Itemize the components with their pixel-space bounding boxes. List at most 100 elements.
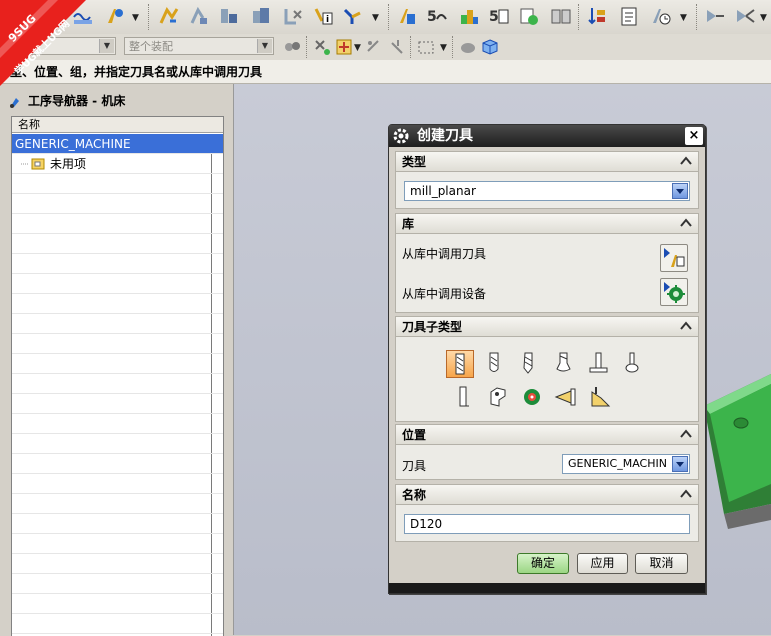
generate-path-icon[interactable] — [158, 5, 180, 27]
machine-control-icon[interactable] — [734, 5, 756, 27]
tree-row-generic-machine[interactable]: GENERIC_MACHINE — [12, 134, 223, 154]
svg-text:5: 5 — [489, 9, 499, 25]
barrel-cutter-icon — [625, 352, 639, 373]
chevron-down-icon[interactable]: ▼ — [440, 43, 447, 53]
chevron-down-icon[interactable]: ▼ — [132, 13, 139, 23]
assembly-scope-value: 整个装配 — [129, 40, 173, 53]
tree-row-empty — [12, 434, 223, 454]
tree-row-empty — [12, 334, 223, 354]
postprocess-icon[interactable] — [342, 5, 364, 27]
subtype-barrel-button[interactable] — [619, 350, 647, 378]
library-group-header[interactable]: 库 — [396, 214, 698, 234]
chevron-up-icon[interactable] — [678, 153, 694, 169]
type-select[interactable]: mill_planar — [404, 181, 690, 201]
toolbar-separator — [148, 4, 151, 30]
chevron-down-icon[interactable]: ▼ — [372, 13, 379, 23]
snap-mid-icon[interactable] — [388, 37, 408, 57]
tree-row-empty — [12, 454, 223, 474]
list-path-icon[interactable] — [218, 5, 240, 27]
snap-end-icon[interactable] — [364, 37, 384, 57]
body-select-icon[interactable] — [458, 37, 478, 57]
chevron-up-icon[interactable] — [678, 215, 694, 231]
tree-row-empty — [12, 314, 223, 334]
assembly-scope-combo[interactable]: 整个装配 ▼ — [124, 37, 274, 55]
tree-row-empty — [12, 274, 223, 294]
feeds-speeds-icon[interactable]: 5 — [426, 5, 448, 27]
material-icon[interactable] — [458, 5, 480, 27]
subtype-head-button[interactable] — [587, 384, 615, 412]
subtype-drill-button[interactable] — [481, 350, 509, 378]
subtype-thread-button[interactable] — [451, 384, 479, 412]
point-constructor-icon[interactable] — [334, 37, 354, 57]
machine-tool-icon[interactable] — [518, 5, 540, 27]
create-operation-icon[interactable] — [104, 5, 126, 27]
watermark-logo: 9SUG 学UG就上UG网 — [0, 0, 86, 86]
operation-navigator: 工序导航器 - 机床 名称 GENERIC_MACHINE 未用项 — [0, 84, 234, 636]
book-icon[interactable] — [550, 5, 572, 27]
tree-row-unused[interactable]: 未用项 — [12, 154, 223, 174]
close-button[interactable]: × — [685, 127, 703, 145]
navigator-tree[interactable]: 名称 GENERIC_MACHINE 未用项 — [11, 116, 224, 636]
apply-button[interactable]: 应用 — [577, 553, 628, 574]
svg-text:5: 5 — [427, 9, 437, 25]
cube-icon[interactable] — [480, 37, 500, 57]
toolbar-separator — [696, 4, 699, 30]
subtype-carrier-button[interactable] — [485, 384, 513, 412]
drill-mill-icon — [489, 352, 499, 372]
snap-point-icon[interactable] — [312, 37, 332, 57]
tool-location-label: 刀具 — [402, 459, 427, 473]
tool-name-input[interactable]: D120 — [404, 514, 690, 534]
document-icon[interactable] — [618, 5, 640, 27]
replay-path-icon[interactable] — [188, 5, 210, 27]
tool-location-select[interactable]: GENERIC_MACHIN — [562, 454, 690, 474]
chevron-down-icon[interactable]: ▼ — [680, 13, 687, 23]
head-icon — [591, 387, 611, 407]
library-group: 库 从库中调用刀具 从库中调用设备 — [395, 213, 699, 313]
retrieve-tool-button[interactable] — [660, 244, 688, 272]
tree-row-empty — [12, 294, 223, 314]
box-select-icon[interactable] — [416, 37, 436, 57]
clock-icon[interactable] — [650, 5, 672, 27]
subtype-chamfer-mill-button[interactable] — [550, 350, 578, 378]
dialog-title-bar[interactable]: 创建刀具 × — [389, 125, 705, 147]
chevron-up-icon[interactable] — [678, 486, 694, 502]
subtype-probe-button[interactable] — [553, 384, 581, 412]
retrieve-device-button[interactable] — [660, 278, 688, 306]
info-path-icon[interactable]: i — [312, 5, 334, 27]
delete-path-icon[interactable] — [282, 5, 304, 27]
thread-mill-icon — [459, 386, 469, 407]
sort-icon[interactable] — [586, 5, 608, 27]
machine-sim-icon[interactable] — [704, 5, 726, 27]
subtype-holder-button[interactable] — [519, 384, 547, 412]
subtype-ball-mill-button[interactable] — [515, 350, 543, 378]
chevron-up-icon[interactable] — [678, 318, 694, 334]
cancel-button[interactable]: 取消 — [635, 553, 688, 574]
tool-list-icon[interactable]: 5 — [488, 5, 510, 27]
holder-icon — [524, 389, 540, 405]
tool-subtype-group-header[interactable]: 刀具子类型 — [396, 317, 698, 337]
filter-icon[interactable] — [282, 37, 302, 57]
ok-button[interactable]: 确定 — [517, 553, 569, 574]
shop-doc-icon[interactable] — [396, 5, 418, 27]
column-header-name[interactable]: 名称 — [12, 117, 223, 133]
toolbar-separator — [452, 36, 455, 58]
chevron-down-icon[interactable]: ▼ — [354, 43, 361, 53]
chevron-up-icon[interactable] — [678, 426, 694, 442]
tree-row-empty — [12, 414, 223, 434]
chevron-down-icon: ▼ — [257, 39, 272, 53]
tree-row-empty — [12, 614, 223, 634]
navigator-title: 工序导航器 - 机床 — [28, 94, 126, 108]
type-group: 类型 mill_planar — [395, 151, 699, 209]
main-toolbar: ▼ i ▼ 5 5 ▼ ▼ — [0, 0, 771, 35]
verify-path-icon[interactable] — [250, 5, 272, 27]
dialog-footer-bar — [389, 583, 705, 593]
location-group-header[interactable]: 位置 — [396, 425, 698, 445]
navigator-title-bar: 工序导航器 - 机床 — [8, 92, 125, 109]
name-group: 名称 D120 — [395, 484, 699, 542]
type-group-header[interactable]: 类型 — [396, 152, 698, 172]
subtype-t-cutter-button[interactable] — [585, 350, 613, 378]
retrieve-device-icon — [664, 282, 685, 303]
chevron-down-icon[interactable]: ▼ — [760, 13, 767, 23]
subtype-mill-button[interactable] — [446, 350, 474, 378]
name-group-header[interactable]: 名称 — [396, 485, 698, 505]
